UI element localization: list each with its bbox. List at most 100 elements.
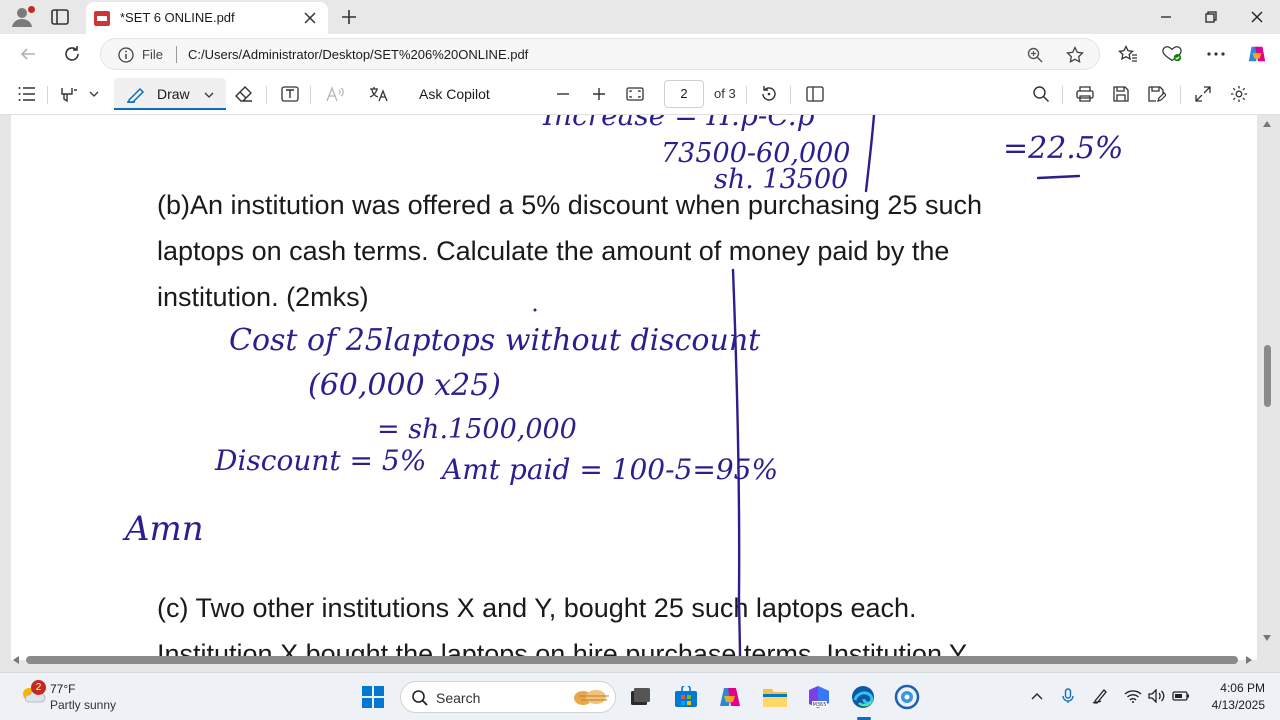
- url-text[interactable]: C:/Users/Administrator/Desktop/SET%206%2…: [188, 47, 528, 62]
- close-window-icon[interactable]: [1248, 8, 1266, 26]
- page-view-icon[interactable]: [805, 84, 825, 104]
- new-tab-icon[interactable]: [340, 8, 358, 26]
- toolbar-divider: [1062, 86, 1063, 104]
- weather-description[interactable]: Partly sunny: [50, 698, 116, 712]
- minimize-window-icon[interactable]: [1157, 8, 1175, 26]
- handwriting-ink-layer: Increase = H.p-C.p 73500-60,000 sh. 1350…: [122, 115, 1123, 660]
- browser-essentials-icon[interactable]: [1162, 44, 1182, 64]
- copilot-icon[interactable]: [1247, 44, 1267, 64]
- document-viewport[interactable]: (b)An institution was offered a 5% disco…: [0, 115, 1280, 673]
- scroll-right-arrow-icon[interactable]: [1244, 655, 1254, 665]
- volume-icon[interactable]: [1148, 687, 1166, 705]
- search-pdf-icon[interactable]: [1031, 84, 1051, 104]
- weather-alert-badge: 2: [31, 680, 46, 695]
- ink-cost-without-discount: Cost of 25laptops without discount: [229, 323, 761, 358]
- tab-bar: *SET 6 ONLINE.pdf: [0, 0, 1280, 34]
- svg-text:M365: M365: [813, 702, 827, 708]
- toolbar-divider: [1180, 86, 1181, 104]
- draw-active-underline: [114, 108, 226, 110]
- ask-copilot-button[interactable]: Ask Copilot: [419, 86, 490, 102]
- active-tab[interactable]: *SET 6 ONLINE.pdf: [86, 2, 328, 34]
- show-hidden-icons-chevron-icon[interactable]: [1028, 687, 1046, 705]
- restore-window-icon[interactable]: [1202, 8, 1220, 26]
- ink-difference: sh. 13500: [714, 164, 848, 195]
- taskbar-search-box[interactable]: Search: [400, 681, 616, 713]
- tab-actions-menu-icon[interactable]: [50, 8, 70, 26]
- microphone-icon[interactable]: [1059, 687, 1077, 705]
- microsoft-365-icon[interactable]: M365: [806, 684, 832, 710]
- toolbar-divider: [746, 86, 747, 104]
- weather-temperature[interactable]: 77°F: [50, 682, 75, 696]
- rotate-icon[interactable]: [759, 84, 779, 104]
- fit-to-page-icon[interactable]: [625, 84, 645, 104]
- search-highlight-image-icon: [571, 686, 611, 708]
- ink-dot: [533, 308, 537, 312]
- more-options-icon[interactable]: [1206, 44, 1226, 64]
- ink-result-underline: [1036, 174, 1081, 180]
- toolbar-divider: [310, 86, 311, 104]
- page-number-input[interactable]: 2: [664, 80, 704, 108]
- clock-time[interactable]: 4:06 PM: [1210, 681, 1265, 695]
- copilot-app-icon[interactable]: [717, 684, 743, 710]
- pdf-file-icon: [94, 11, 110, 26]
- print-icon[interactable]: [1075, 84, 1095, 104]
- save-as-icon[interactable]: [1147, 84, 1167, 104]
- file-explorer-icon[interactable]: [762, 684, 788, 710]
- pen-icon: [126, 85, 146, 103]
- windows-taskbar: 2 77°F Partly sunny Search M365 4:06 PM …: [0, 672, 1280, 720]
- page-count-label: of 3: [714, 86, 736, 101]
- draw-dropdown-chevron-icon[interactable]: [204, 92, 214, 98]
- favorites-icon[interactable]: [1118, 44, 1138, 64]
- ink-divider-top: [864, 115, 876, 193]
- ink-multiplication: (60,000 x25): [308, 368, 501, 403]
- clock-date[interactable]: 4/13/2025: [1196, 698, 1265, 712]
- highlight-dropdown-chevron-icon[interactable]: [86, 84, 102, 104]
- horizontal-scrollbar-thumb[interactable]: [26, 656, 1238, 664]
- close-tab-icon[interactable]: [302, 10, 318, 26]
- address-separator: [176, 46, 177, 63]
- eraser-icon[interactable]: [234, 84, 254, 104]
- back-arrow-icon[interactable]: [18, 44, 38, 64]
- ink-amount-paid: Amt paid = 100-5=95%: [439, 453, 778, 486]
- zoom-icon[interactable]: [1026, 46, 1044, 64]
- scroll-left-arrow-icon[interactable]: [11, 655, 21, 665]
- zoom-out-icon[interactable]: [553, 84, 573, 104]
- pdf-page[interactable]: (b)An institution was offered a 5% disco…: [11, 115, 1257, 660]
- vertical-scrollbar-thumb[interactable]: [1264, 345, 1271, 407]
- pdf-toolbar: Draw Ask Copilot 2 of 3: [0, 74, 1280, 115]
- tab-title: *SET 6 ONLINE.pdf: [120, 10, 235, 25]
- draw-button[interactable]: Draw: [114, 78, 226, 110]
- ink-total-cost: = sh.1500,000: [377, 414, 577, 445]
- windows-start-icon[interactable]: [361, 685, 385, 709]
- contents-list-icon[interactable]: [17, 84, 37, 104]
- draw-label: Draw: [157, 86, 190, 102]
- pen-menu-icon[interactable]: [1091, 687, 1109, 705]
- edge-beta-icon[interactable]: [894, 684, 920, 710]
- task-view-icon[interactable]: [627, 684, 653, 710]
- ink-percentage-result: =22.5%: [1003, 131, 1123, 166]
- toolbar-divider: [790, 86, 791, 104]
- highlight-icon[interactable]: [59, 84, 79, 104]
- translate-icon[interactable]: [369, 84, 389, 104]
- site-info-icon[interactable]: [118, 47, 134, 63]
- microsoft-edge-icon[interactable]: [850, 684, 876, 710]
- search-icon: [411, 689, 429, 707]
- add-favorite-star-icon[interactable]: [1066, 46, 1084, 64]
- notification-dot: [28, 6, 35, 13]
- microsoft-store-icon[interactable]: [673, 684, 699, 710]
- add-text-icon[interactable]: [280, 84, 300, 104]
- refresh-icon[interactable]: [62, 44, 82, 64]
- ink-discount: Discount = 5%: [214, 444, 426, 477]
- address-bar[interactable]: File C:/Users/Administrator/Desktop/SET%…: [100, 38, 1100, 70]
- toolbar-divider: [266, 86, 267, 104]
- save-icon[interactable]: [1111, 84, 1131, 104]
- read-aloud-icon: [325, 84, 345, 104]
- fullscreen-icon[interactable]: [1193, 84, 1213, 104]
- wifi-icon[interactable]: [1124, 687, 1142, 705]
- toolbar-divider: [47, 86, 48, 104]
- battery-icon[interactable]: [1172, 687, 1190, 705]
- zoom-in-icon[interactable]: [589, 84, 609, 104]
- search-label: Search: [436, 690, 481, 706]
- settings-gear-icon[interactable]: [1229, 84, 1249, 104]
- navigation-bar: File C:/Users/Administrator/Desktop/SET%…: [0, 34, 1280, 74]
